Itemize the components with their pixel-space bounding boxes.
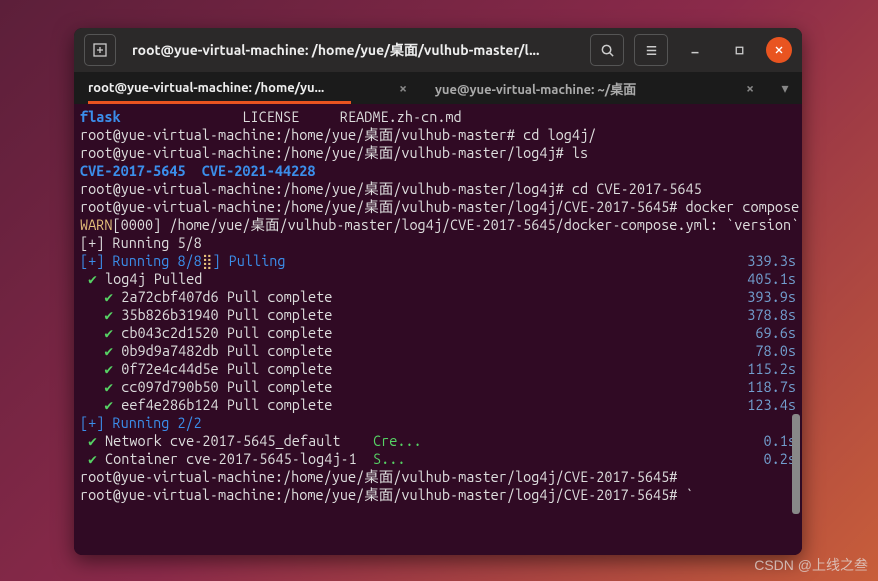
- new-tab-icon[interactable]: [84, 34, 116, 66]
- timing: 393.9s: [747, 288, 796, 306]
- warn-text: [0000] /home/yue/桌面/vulhub-master/log4j/…: [112, 216, 802, 233]
- layer-id: 0f72e4c44d5e: [121, 360, 218, 377]
- scrollbar-thumb[interactable]: [792, 414, 800, 514]
- close-tab-icon[interactable]: ×: [746, 80, 754, 96]
- status-line: [+] Running 5/8: [80, 234, 796, 252]
- minimize-button[interactable]: [678, 34, 712, 66]
- file-entry: LICENSE: [242, 108, 299, 125]
- command-text: docker compose up -d: [686, 198, 802, 215]
- container-line: Container cve-2017-5645-log4j-1: [97, 450, 373, 467]
- pull-line: log4j Pulled: [97, 270, 203, 287]
- window-title: root@yue-virtual-machine: /home/yue/桌面/v…: [126, 40, 580, 60]
- check-icon: ✔: [104, 324, 113, 341]
- check-icon: ✔: [104, 396, 113, 413]
- tab-label: yue@yue-virtual-machine: ~/桌面: [435, 79, 738, 98]
- cursor-char: `: [686, 486, 694, 503]
- tab-label: root@yue-virtual-machine: /home/yu...: [88, 81, 391, 95]
- close-tab-icon[interactable]: ×: [399, 80, 407, 96]
- layer-id: 2a72cbf407d6: [121, 288, 218, 305]
- tab-inactive[interactable]: yue@yue-virtual-machine: ~/桌面 ×: [421, 72, 768, 104]
- check-icon: ✔: [104, 342, 113, 359]
- timing: 405.1s: [747, 270, 796, 288]
- layer-status: Pull complete: [227, 396, 333, 413]
- check-icon: ✔: [104, 288, 113, 305]
- timing: 118.7s: [747, 378, 796, 396]
- check-icon: ✔: [104, 378, 113, 395]
- timing: 78.0s: [755, 342, 796, 360]
- command-text: cd CVE-2017-5645: [572, 180, 702, 197]
- prompt: root@yue-virtual-machine:/home/yue/桌面/vu…: [80, 198, 686, 215]
- layer-id: cb043c2d1520: [121, 324, 218, 341]
- timing: 69.6s: [755, 324, 796, 342]
- status-text: Cre...: [373, 432, 422, 449]
- layer-status: Pull complete: [227, 342, 333, 359]
- layer-status: Pull complete: [227, 288, 333, 305]
- layer-status: Pull complete: [227, 378, 333, 395]
- close-button[interactable]: [766, 37, 792, 63]
- watermark: CSDN @上线之叁: [754, 555, 868, 575]
- check-icon: ✔: [88, 432, 97, 449]
- command-text: cd log4j/: [523, 126, 596, 143]
- layer-id: 0b9d9a7482db: [121, 342, 218, 359]
- tab-menu-icon[interactable]: ▾: [768, 72, 802, 104]
- check-icon: ✔: [88, 270, 97, 287]
- warn-label: WARN: [80, 216, 112, 233]
- layer-id: eef4e286b124: [121, 396, 218, 413]
- layer-status: Pull complete: [227, 306, 333, 323]
- status-text: S...: [373, 450, 405, 467]
- prompt: root@yue-virtual-machine:/home/yue/桌面/vu…: [80, 126, 523, 143]
- layer-status: Pull complete: [227, 360, 333, 377]
- prompt: root@yue-virtual-machine:/home/yue/桌面/vu…: [80, 144, 572, 161]
- prompt: root@yue-virtual-machine:/home/yue/桌面/vu…: [80, 468, 677, 485]
- layer-id: cc097d790b50: [121, 378, 218, 395]
- layer-id: 35b826b31940: [121, 306, 218, 323]
- maximize-button[interactable]: [722, 34, 756, 66]
- prompt: root@yue-virtual-machine:/home/yue/桌面/vu…: [80, 486, 677, 503]
- titlebar: root@yue-virtual-machine: /home/yue/桌面/v…: [74, 28, 802, 72]
- terminal-output[interactable]: flask LICENSE README.zh-cn.md root@yue-v…: [74, 104, 802, 555]
- tab-active[interactable]: root@yue-virtual-machine: /home/yu... ×: [74, 72, 421, 104]
- timing: 339.3s: [747, 252, 796, 270]
- command-text: ls: [572, 144, 588, 161]
- network-line: Network cve-2017-5645_default: [97, 432, 373, 449]
- timing: 123.4s: [747, 396, 796, 414]
- dir-entry: CVE-2017-5645: [80, 162, 186, 179]
- dir-entry: CVE-2021-44228: [202, 162, 316, 179]
- tab-bar: root@yue-virtual-machine: /home/yu... × …: [74, 72, 802, 104]
- status-line: [+] Running 2/2: [80, 414, 202, 431]
- layer-status: Pull complete: [227, 324, 333, 341]
- timing: 378.8s: [747, 306, 796, 324]
- prompt: root@yue-virtual-machine:/home/yue/桌面/vu…: [80, 180, 572, 197]
- search-button[interactable]: [590, 34, 624, 66]
- timing: 115.2s: [747, 360, 796, 378]
- check-icon: ✔: [104, 360, 113, 377]
- check-icon: ✔: [104, 306, 113, 323]
- menu-button[interactable]: [634, 34, 668, 66]
- terminal-window: root@yue-virtual-machine: /home/yue/桌面/v…: [74, 28, 802, 555]
- status-line: [+] Running 8/8: [80, 252, 202, 269]
- check-icon: ✔: [88, 450, 97, 467]
- file-entry: README.zh-cn.md: [340, 108, 462, 125]
- dir-entry: flask: [80, 108, 121, 125]
